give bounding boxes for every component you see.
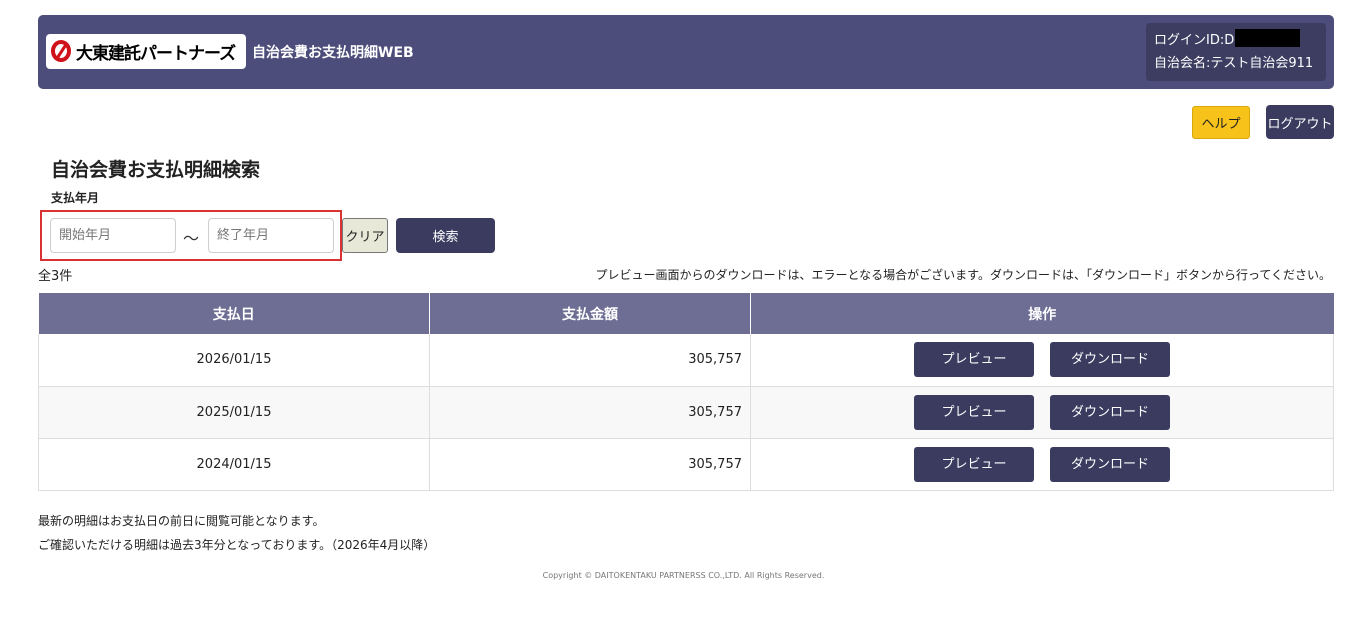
payment-amount: 305,757: [429, 386, 751, 439]
logout-button[interactable]: ログアウト: [1266, 105, 1334, 139]
login-id-redacted: [1235, 29, 1301, 47]
download-notice: プレビュー画面からのダウンロードは、エラーとなる場合がございます。ダウンロードは…: [595, 268, 1332, 282]
footnote-availability: 最新の明細はお支払日の前日に閲覧可能となります。: [38, 514, 325, 528]
payment-amount: 305,757: [429, 334, 751, 387]
table-row: 2025/01/15 305,757 プレビュー ダウンロード: [38, 386, 1334, 439]
preview-button[interactable]: プレビュー: [914, 342, 1034, 378]
login-id-label: ログインID:D: [1154, 33, 1235, 48]
column-header-date: 支払日: [38, 293, 430, 334]
payment-date: 2026/01/15: [38, 334, 430, 387]
payment-month-label: 支払年月: [51, 191, 100, 205]
preview-button[interactable]: プレビュー: [914, 394, 1034, 430]
table-header-row: 支払日 支払金額 操作: [38, 293, 1334, 334]
download-button[interactable]: ダウンロード: [1050, 394, 1170, 430]
login-id: ログインID:D: [1154, 29, 1326, 52]
clear-button[interactable]: クリア: [342, 218, 388, 253]
row-actions: プレビュー ダウンロード: [750, 438, 1334, 491]
copyright: Copyright © DAITOKENTAKU PARTNERSS CO.,L…: [542, 571, 825, 580]
range-separator: 〜: [183, 229, 200, 248]
row-actions: プレビュー ダウンロード: [750, 334, 1334, 387]
search-button[interactable]: 検索: [396, 218, 495, 253]
statement-table: 支払日 支払金額 操作 2026/01/15 305,757 プレビュー ダウンロ…: [38, 293, 1334, 491]
logo-mark-icon: [50, 39, 74, 64]
payment-date: 2024/01/15: [38, 438, 430, 491]
company-logo[interactable]: 大東建託パートナーズ: [46, 34, 246, 69]
page-title: 自治会費お支払明細検索: [51, 159, 261, 181]
column-header-actions: 操作: [750, 293, 1334, 334]
end-month-input[interactable]: 終了年月: [208, 218, 334, 253]
footnote-retention: ご確認いただける明細は過去3年分となっております。（2026年4月以降）: [38, 538, 436, 552]
table-row: 2026/01/15 305,757 プレビュー ダウンロード: [38, 334, 1334, 387]
start-month-input[interactable]: 開始年月: [50, 218, 176, 253]
app-header: 大東建託パートナーズ 自治会費お支払明細WEB ログインID:D 自治会名:テス…: [38, 15, 1334, 89]
help-button[interactable]: ヘルプ: [1192, 106, 1250, 139]
result-count: 全3件: [38, 269, 73, 284]
table-row: 2024/01/15 305,757 プレビュー ダウンロード: [38, 438, 1334, 491]
association-name: 自治会名:テスト自治会911: [1154, 56, 1314, 71]
download-button[interactable]: ダウンロード: [1050, 342, 1170, 378]
logo-text: 大東建託パートナーズ: [76, 44, 236, 64]
download-button[interactable]: ダウンロード: [1050, 446, 1170, 482]
column-header-amount: 支払金額: [429, 293, 751, 334]
preview-button[interactable]: プレビュー: [914, 446, 1034, 482]
payment-date: 2025/01/15: [38, 386, 430, 439]
login-info: ログインID:D 自治会名:テスト自治会911: [1146, 23, 1326, 81]
row-actions: プレビュー ダウンロード: [750, 386, 1334, 439]
payment-amount: 305,757: [429, 438, 751, 491]
app-title: 自治会費お支払明細WEB: [252, 45, 414, 61]
